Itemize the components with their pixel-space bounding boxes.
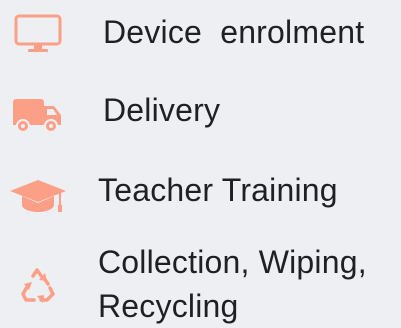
list-item-delivery: Delivery bbox=[0, 84, 401, 144]
list-item-device-enrolment: Device enrolment bbox=[0, 0, 401, 64]
recycle-icon bbox=[20, 268, 56, 304]
truck-icon bbox=[13, 97, 63, 135]
item-label: Delivery bbox=[103, 92, 221, 128]
monitor-icon bbox=[14, 14, 62, 54]
item-label-collection: Collection, Wiping, Recycling bbox=[98, 244, 367, 324]
graduation-cap-icon bbox=[8, 178, 68, 214]
item-label: Device enrolment bbox=[103, 14, 365, 50]
item-label-teacher-training: Teacher Training bbox=[98, 172, 338, 208]
